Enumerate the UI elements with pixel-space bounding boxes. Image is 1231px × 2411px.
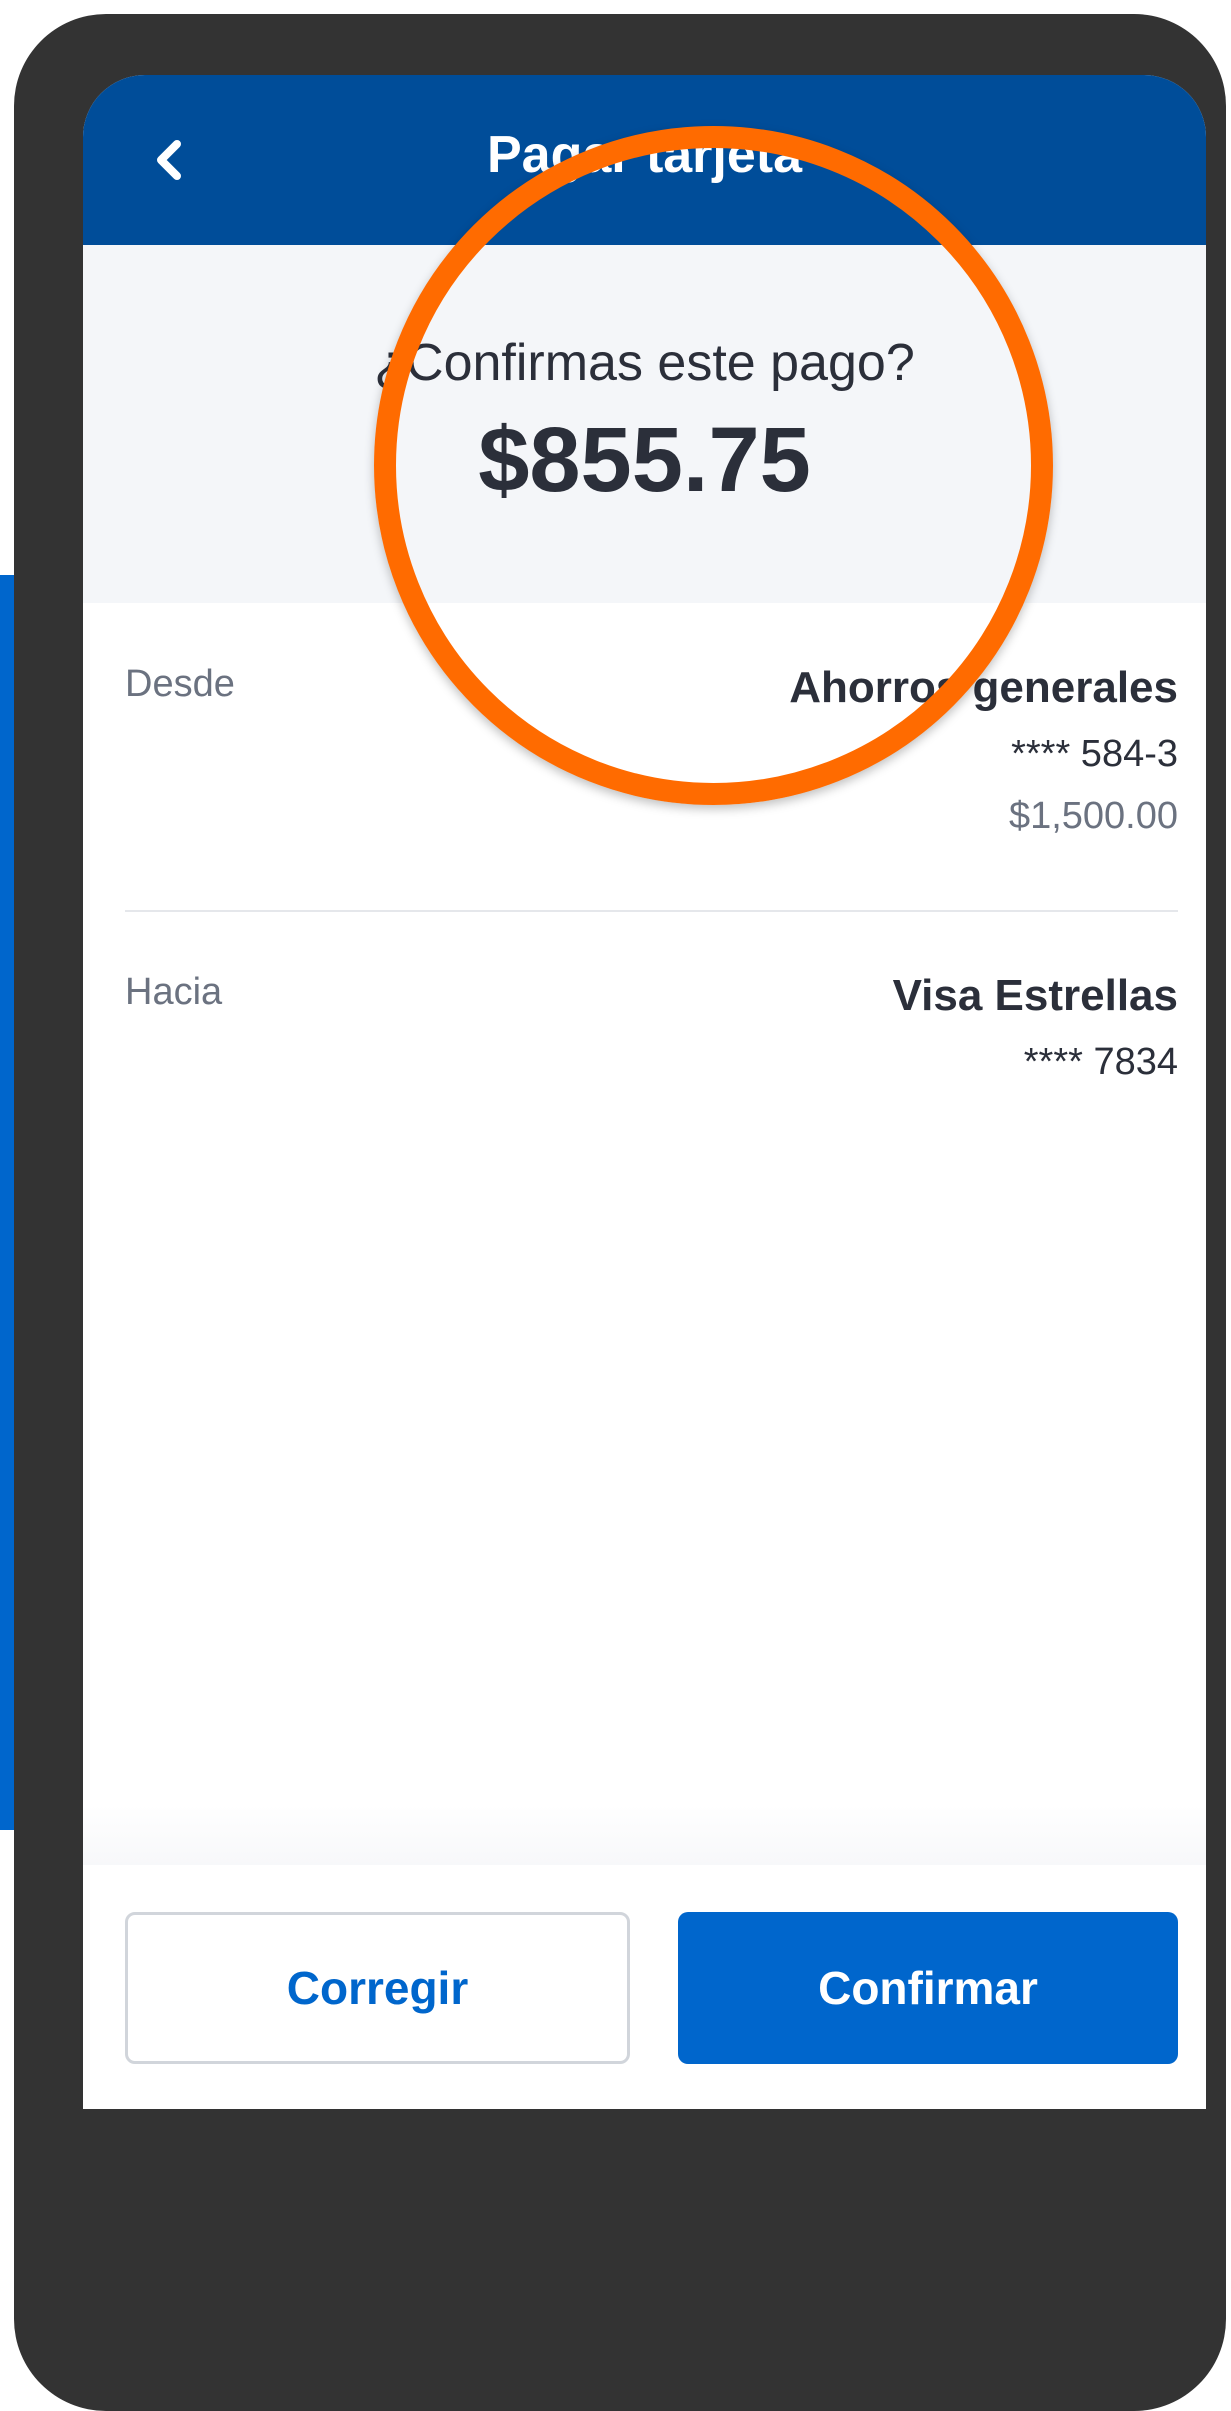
app-screen: Pagar tarjeta ¿Confirmas este pago? $855… [83, 75, 1206, 2109]
correct-button[interactable]: Corregir [125, 1912, 630, 2064]
confirm-button[interactable]: Confirmar [678, 1912, 1178, 2064]
confirm-question: ¿Confirmas este pago? [374, 334, 915, 392]
to-label: Hacia [125, 971, 223, 1013]
from-account-number: **** 584-3 [1011, 733, 1178, 775]
from-account-details: Ahorros generales **** 584-3 $1,500.00 [789, 660, 1178, 840]
divider [125, 910, 1178, 912]
to-account-number: **** 7834 [1023, 1041, 1178, 1083]
payment-amount: $855.75 [478, 409, 811, 511]
footer-shadow [83, 1805, 1206, 1865]
payment-summary: ¿Confirmas este pago? $855.75 [83, 245, 1206, 603]
to-account-name: Visa Estrellas [892, 971, 1178, 1020]
phone-frame: Pagar tarjeta ¿Confirmas este pago? $855… [14, 14, 1226, 2411]
from-label: Desde [125, 663, 235, 705]
app-header: Pagar tarjeta [83, 75, 1206, 245]
from-account-name: Ahorros generales [789, 663, 1178, 712]
to-account-details: Visa Estrellas **** 7834 [893, 968, 1178, 1086]
from-account-balance: $1,500.00 [1008, 795, 1178, 837]
page-title: Pagar tarjeta [486, 126, 803, 184]
action-footer: Corregir Confirmar [83, 1865, 1206, 2109]
